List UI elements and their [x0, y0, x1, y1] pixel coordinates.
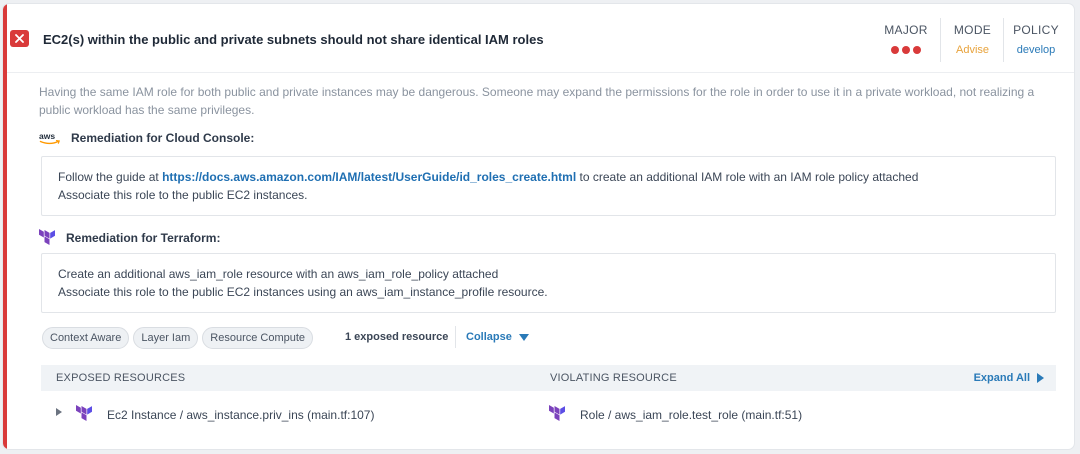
console-remediation-suffix: to create an additional IAM role with an…: [576, 170, 919, 184]
mode-meta: MODE Advise: [940, 18, 1004, 62]
console-remediation-line2: Associate this role to the public EC2 in…: [58, 188, 308, 202]
console-remediation-line1: Follow the guide at https://docs.aws.ama…: [58, 168, 1039, 186]
exposed-count: 1 exposed resource: [345, 331, 449, 343]
finding-card: EC2(s) within the public and private sub…: [3, 4, 1074, 449]
violating-resource-name[interactable]: Role / aws_iam_role.test_role (main.tf:5…: [580, 408, 802, 422]
aws-logo-icon: aws: [39, 131, 61, 145]
mode-label: MODE: [953, 23, 992, 37]
policy-label: POLICY: [1013, 23, 1059, 37]
terraform-remediation-line2: Associate this role to the public EC2 in…: [58, 285, 548, 299]
close-icon[interactable]: [10, 30, 29, 47]
column-exposed-resources: EXPOSED RESOURCES: [56, 372, 186, 384]
svg-text:aws: aws: [39, 131, 55, 141]
severity-dot: [913, 46, 921, 54]
column-violating-resource: VIOLATING RESOURCE: [550, 372, 677, 384]
finding-title: EC2(s) within the public and private sub…: [43, 32, 544, 47]
policy-value[interactable]: develop: [1004, 44, 1068, 56]
policy-meta: POLICY develop: [1003, 18, 1068, 62]
caret-down-icon: [518, 333, 529, 341]
tag-context-aware[interactable]: Context Aware: [42, 327, 130, 349]
expand-all-button[interactable]: Expand All: [974, 372, 1044, 384]
console-remediation-heading: aws Remediation for Cloud Console:: [39, 131, 254, 145]
tag-layer-iam[interactable]: Layer Iam: [133, 327, 199, 349]
severity-label: MAJOR: [884, 23, 928, 37]
mode-value: Advise: [955, 44, 990, 56]
severity-bar: [3, 4, 7, 449]
header-divider: [7, 72, 1074, 73]
exposed-resource-name[interactable]: Ec2 Instance / aws_instance.priv_ins (ma…: [107, 408, 374, 422]
terraform-logo-icon: [39, 229, 55, 245]
collapse-button[interactable]: Collapse: [466, 331, 529, 343]
console-remediation-title: Remediation for Cloud Console:: [71, 131, 255, 145]
collapse-label: Collapse: [466, 331, 512, 343]
expand-all-label: Expand All: [973, 372, 1030, 384]
severity-dot: [902, 46, 910, 54]
terraform-remediation-heading: Remediation for Terraform:: [39, 229, 220, 247]
terraform-logo-icon: [76, 405, 92, 421]
terraform-remediation-title: Remediation for Terraform:: [66, 231, 221, 245]
table-row: Ec2 Instance / aws_instance.priv_ins (ma…: [41, 401, 1056, 429]
severity-dot: [891, 46, 899, 54]
severity-meta: MAJOR: [873, 18, 939, 62]
finding-description: Having the same IAM role for both public…: [39, 85, 1035, 117]
console-remediation-box: Follow the guide at https://docs.aws.ama…: [41, 156, 1056, 216]
row-expand-icon[interactable]: [56, 408, 62, 416]
terraform-logo-icon: [549, 405, 565, 421]
resources-table-header: EXPOSED RESOURCES VIOLATING RESOURCE Exp…: [41, 365, 1056, 391]
tag-resource-compute[interactable]: Resource Compute: [202, 327, 314, 349]
terraform-remediation-line1: Create an additional aws_iam_role resour…: [58, 267, 499, 281]
console-remediation-prefix: Follow the guide at: [58, 170, 163, 184]
severity-dots: [873, 46, 939, 54]
terraform-remediation-box: Create an additional aws_iam_role resour…: [41, 253, 1056, 313]
caret-right-icon: [1037, 373, 1044, 383]
aws-guide-link[interactable]: https://docs.aws.amazon.com/IAM/latest/U…: [162, 170, 576, 184]
divider: [455, 326, 456, 348]
tag-list: Context Aware Layer Iam Resource Compute: [42, 327, 314, 349]
